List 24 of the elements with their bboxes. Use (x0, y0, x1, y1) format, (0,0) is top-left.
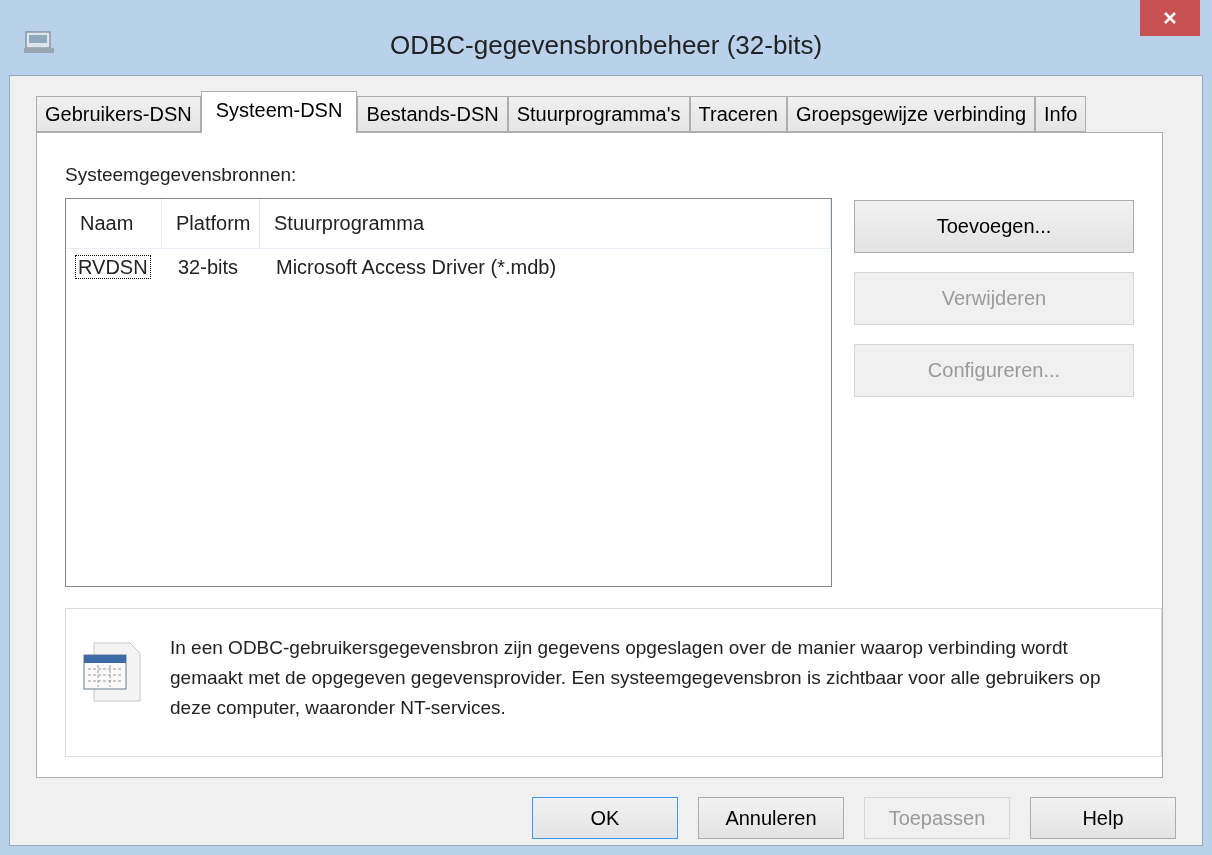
tab[interactable]: Groepsgewijze verbinding (786, 96, 1035, 132)
tab[interactable]: Bestands-DSN (357, 96, 508, 132)
dialog-button[interactable]: Annuleren (698, 797, 844, 839)
tab[interactable]: Stuurprogramma's (507, 96, 690, 132)
window-title: ODBC-gegevensbronbeheer (32-bits) (389, 29, 823, 62)
dialog-button[interactable]: Toevoegen... (854, 199, 1134, 253)
close-icon (1163, 11, 1177, 25)
tab[interactable]: Gebruikers-DSN (36, 96, 201, 132)
column-header[interactable]: Platform (162, 198, 260, 248)
column-header[interactable]: Naam (66, 198, 162, 248)
tab[interactable]: Systeem-DSN (200, 91, 358, 133)
list-label: Systeemgegevensbronnen: (65, 163, 298, 187)
computer-icon (24, 30, 54, 54)
table-cell-text: 32-bits (177, 255, 240, 278)
ok-button[interactable]: OK (532, 797, 678, 839)
column-header[interactable]: Stuurprogramma (260, 198, 831, 248)
dialog-button[interactable]: Help (1030, 797, 1176, 839)
table-cell-text: Microsoft Access Driver (*.mdb) (275, 255, 558, 278)
tab[interactable]: Traceren (689, 96, 787, 132)
info-text: In een ODBC-gebruikersgegevensbron zijn gegevens opgeslagen over de manier waarop verbinding wordt gemaakt met de opgegeven gegevensprovider. Een systeemgegevensbron is zichtbaar voor alle gebruikers op deze computer, waaronder NT-services. (170, 635, 1102, 720)
table-document-icon (82, 640, 144, 703)
tab[interactable]: Info (1035, 96, 1087, 132)
close-button[interactable] (1140, 0, 1200, 36)
table-cell: RVDSN (76, 255, 150, 278)
